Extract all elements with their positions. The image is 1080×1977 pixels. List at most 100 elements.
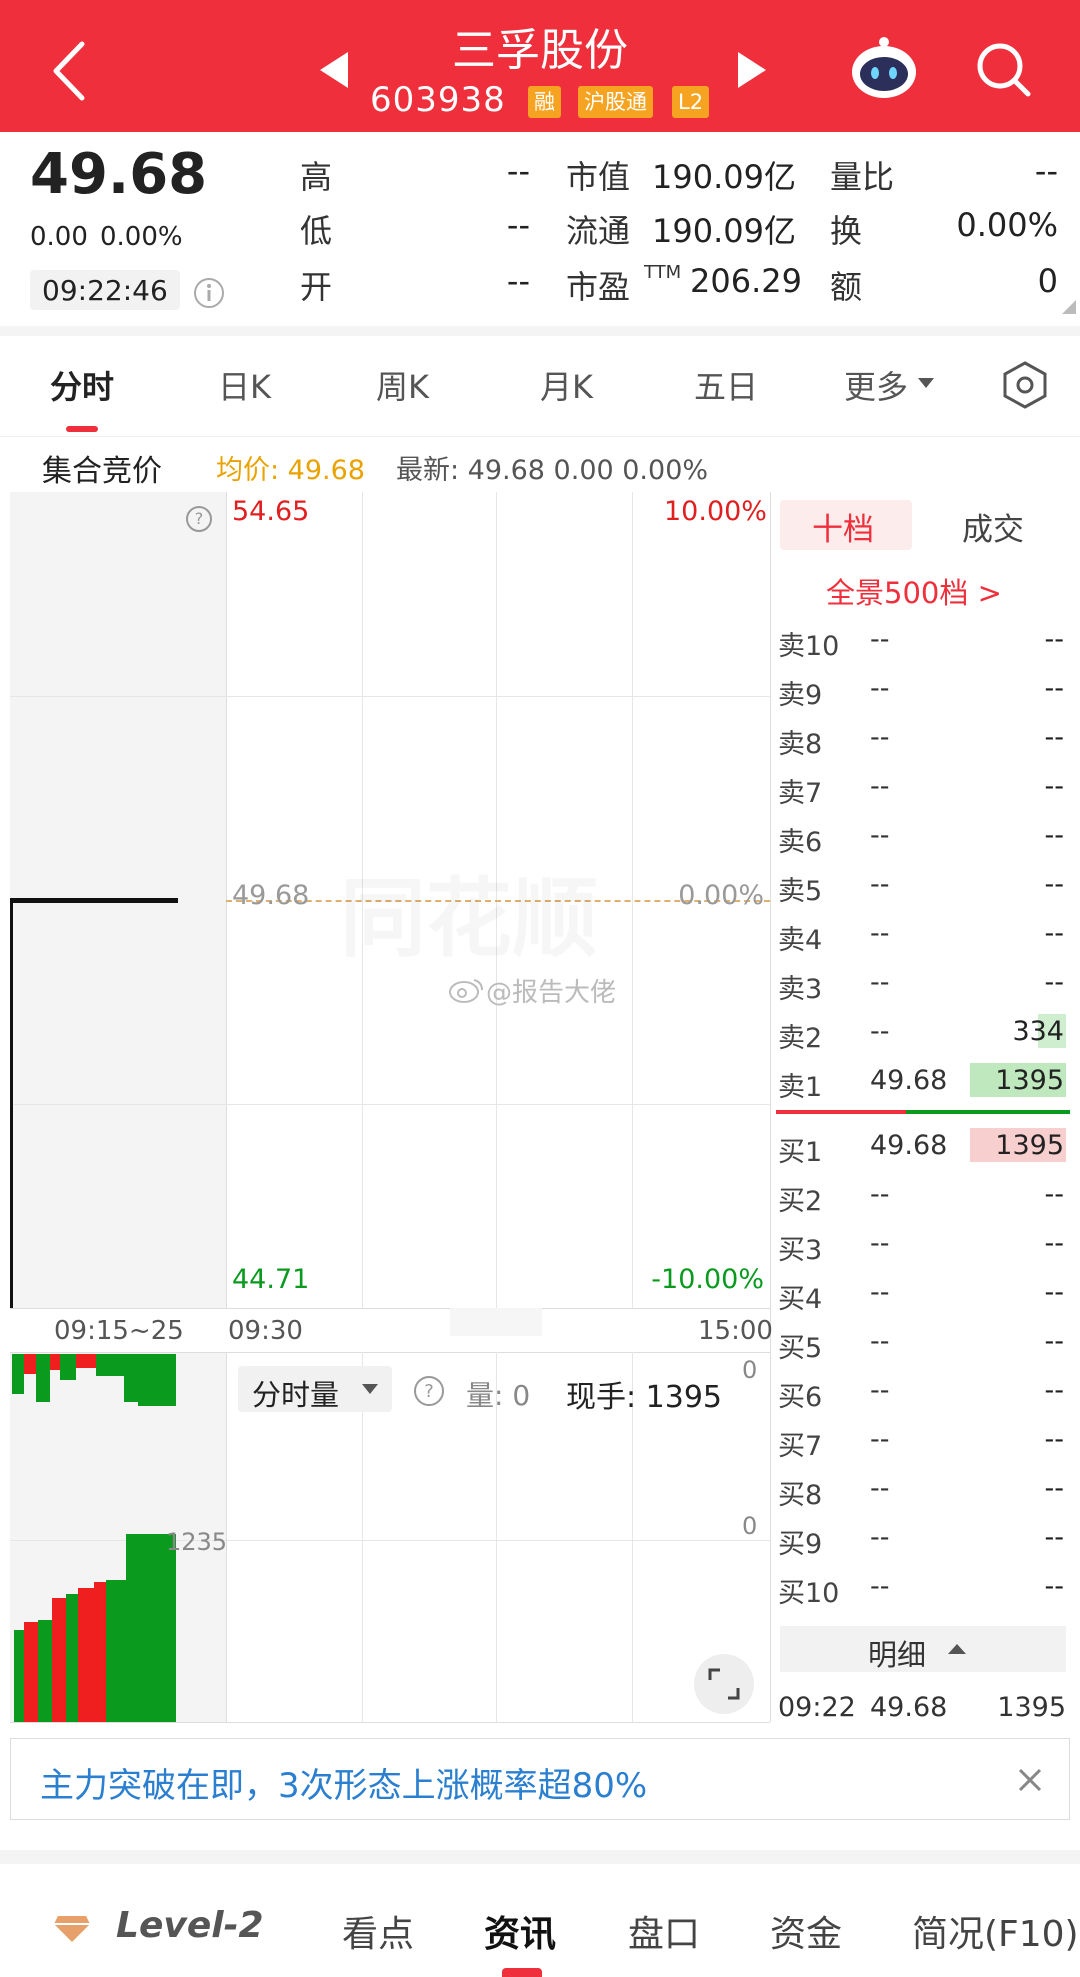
sell-level-row[interactable]: 卖9 -- -- xyxy=(776,669,1066,711)
volume-bar xyxy=(24,1622,38,1722)
amount-label: 额 xyxy=(830,268,863,306)
tab-five-day[interactable]: 五日 xyxy=(694,362,758,408)
buy-label: 买4 xyxy=(778,1284,823,1315)
volume-bar xyxy=(124,1354,138,1402)
volume-bar xyxy=(24,1354,36,1374)
buy-vol: -- xyxy=(1044,1228,1065,1259)
sell-level-row[interactable]: 卖6 -- -- xyxy=(776,816,1066,858)
buy-vol: -- xyxy=(1044,1179,1065,1210)
settings-hex-icon[interactable] xyxy=(1000,360,1050,410)
volume-axis-label: 1235 xyxy=(166,1528,228,1556)
chevron-down-icon xyxy=(918,378,934,388)
next-stock-icon[interactable] xyxy=(738,52,766,88)
sell-level-row[interactable]: 卖2 -- 334 xyxy=(776,1012,1066,1054)
sell-level-row[interactable]: 卖4 -- -- xyxy=(776,914,1066,956)
mid-pct-label: 0.00% xyxy=(678,880,764,911)
nav-news[interactable]: 资讯 xyxy=(484,1905,556,1957)
nav-funds[interactable]: 资金 xyxy=(770,1905,842,1957)
buy-label: 买5 xyxy=(778,1333,823,1364)
last-trade-vol: 1395 xyxy=(997,1692,1066,1723)
info-icon[interactable] xyxy=(192,276,226,310)
buy-level-row[interactable]: 买1 49.68 1395 xyxy=(776,1126,1066,1168)
sell-vol: -- xyxy=(1044,967,1065,998)
nav-order-book[interactable]: 盘口 xyxy=(628,1905,700,1957)
tabs-divider xyxy=(0,436,1080,437)
buy-price: -- xyxy=(870,1326,890,1357)
chevron-down-icon xyxy=(362,1384,378,1394)
float-label: 流通 xyxy=(566,212,631,250)
volume-bar xyxy=(94,1582,106,1722)
buy-level-row[interactable]: 买8 -- -- xyxy=(776,1469,1066,1511)
volume-axis-top: 0 xyxy=(742,1356,758,1384)
panorama-link[interactable]: 全景500档 > xyxy=(826,570,1002,612)
volume-indicator-label: 分时量 xyxy=(252,1378,340,1412)
sell-vol: -- xyxy=(1044,771,1065,802)
current-hand-value: 现手: 1395 xyxy=(566,1380,722,1415)
tab-more[interactable]: 更多 xyxy=(844,362,908,408)
sell-level-row[interactable]: 卖8 -- -- xyxy=(776,718,1066,760)
sell-buy-ratio-red xyxy=(776,1110,906,1114)
sell-level-row[interactable]: 卖5 -- -- xyxy=(776,865,1066,907)
robot-assistant-icon[interactable] xyxy=(848,36,920,102)
tag-l2: L2 xyxy=(672,86,710,118)
sell-level-row[interactable]: 卖3 -- -- xyxy=(776,963,1066,1005)
watermark-author: @报告大佬 xyxy=(486,978,617,1008)
sell-level-row[interactable]: 卖7 -- -- xyxy=(776,767,1066,809)
buy-level-row[interactable]: 买9 -- -- xyxy=(776,1518,1066,1560)
buy-vol: -- xyxy=(1044,1375,1065,1406)
buy-level-row[interactable]: 买6 -- -- xyxy=(776,1371,1066,1413)
current-price: 49.68 xyxy=(30,142,208,207)
sell-price: -- xyxy=(870,771,890,802)
tab-trades[interactable]: 成交 xyxy=(962,504,1024,549)
sell-label: 卖10 xyxy=(778,631,840,662)
sell-label: 卖8 xyxy=(778,729,823,760)
buy-level-row[interactable]: 买3 -- -- xyxy=(776,1224,1066,1266)
sell-vol: -- xyxy=(1044,673,1065,704)
buy-level-row[interactable]: 买7 -- -- xyxy=(776,1420,1066,1462)
tab-daily-k[interactable]: 日K xyxy=(218,362,271,408)
drag-handle[interactable] xyxy=(450,1308,542,1336)
buy-vol: -- xyxy=(1044,1424,1065,1455)
buy-price: -- xyxy=(870,1375,890,1406)
buy-price: -- xyxy=(870,1179,890,1210)
help-icon[interactable]: ? xyxy=(184,504,214,534)
buy-level-row[interactable]: 买5 -- -- xyxy=(776,1322,1066,1364)
sell-label: 卖5 xyxy=(778,876,823,907)
chart-border xyxy=(770,492,771,1722)
buy-price: -- xyxy=(870,1228,890,1259)
grid-line xyxy=(10,1540,770,1541)
help-icon[interactable]: ? xyxy=(412,1374,446,1408)
buy-level-row[interactable]: 买4 -- -- xyxy=(776,1273,1066,1315)
close-icon[interactable] xyxy=(1016,1766,1044,1794)
buy-label: 买10 xyxy=(778,1578,840,1609)
buy-level-row[interactable]: 买10 -- -- xyxy=(776,1567,1066,1609)
expand-icon xyxy=(708,1668,740,1700)
tab-orderbook[interactable]: 十档 xyxy=(812,504,874,549)
grid-line xyxy=(10,1104,770,1105)
sell-vol: -- xyxy=(1044,820,1065,851)
time-axis-auction: 09:15~25 xyxy=(54,1316,184,1346)
buy-price: -- xyxy=(870,1522,890,1553)
nav-profile-f10[interactable]: 简况(F10) xyxy=(912,1905,1079,1957)
sell-price: 49.68 xyxy=(870,1065,948,1096)
volume-bar xyxy=(106,1580,126,1722)
auction-price-line xyxy=(10,898,178,903)
buy-price: 49.68 xyxy=(870,1130,948,1161)
sell-level-row[interactable]: 卖10 -- -- xyxy=(776,620,1066,662)
nav-highlights[interactable]: 看点 xyxy=(342,1905,414,1957)
search-icon[interactable] xyxy=(974,40,1034,100)
sell-vol: -- xyxy=(1044,918,1065,949)
tab-monthly-k[interactable]: 月K xyxy=(540,362,593,408)
tag-connect: 沪股通 xyxy=(578,86,653,118)
tab-weekly-k[interactable]: 周K xyxy=(376,362,429,408)
auction-price-drop xyxy=(10,898,13,1308)
buy-price: -- xyxy=(870,1424,890,1455)
vol-ratio-label: 量比 xyxy=(830,158,895,196)
buy-price: -- xyxy=(870,1277,890,1308)
tab-intraday[interactable]: 分时 xyxy=(50,362,114,408)
buy-level-row[interactable]: 买2 -- -- xyxy=(776,1175,1066,1217)
buy-label: 买1 xyxy=(778,1137,823,1168)
sell-level-row[interactable]: 卖1 49.68 1395 xyxy=(776,1061,1066,1103)
level2-label[interactable]: Level-2 xyxy=(116,1905,264,1946)
buy-label: 买8 xyxy=(778,1480,823,1511)
